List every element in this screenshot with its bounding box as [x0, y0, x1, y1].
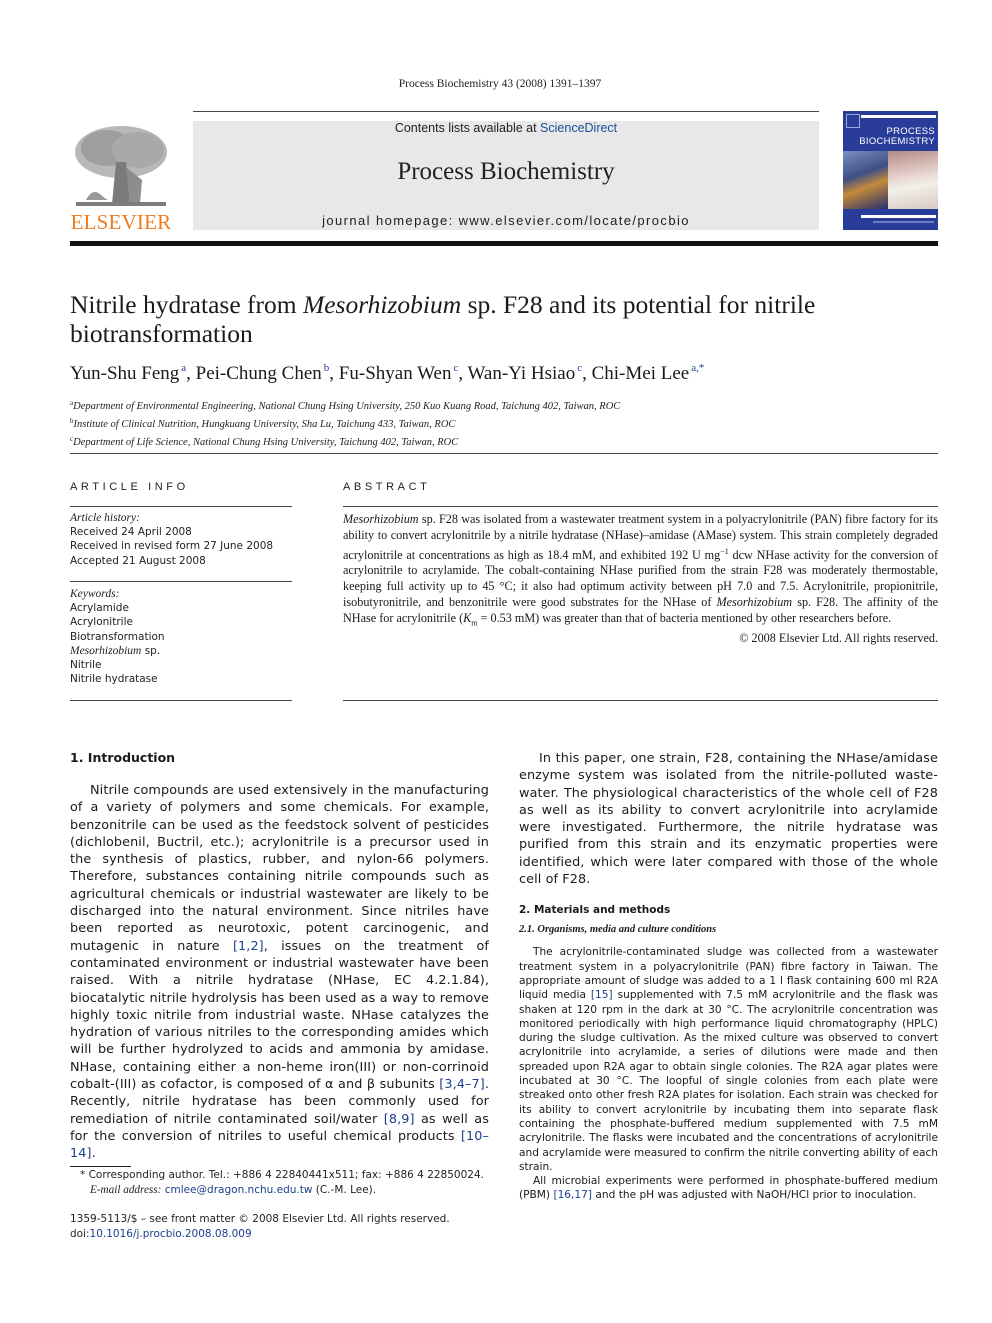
keyword: Acrylamide [70, 602, 129, 615]
journal-cover-image: PROCESS BIOCHEMISTRY [843, 111, 938, 230]
cover-title-line2: BIOCHEMISTRY [859, 136, 935, 147]
email-link[interactable]: cmlee@dragon.nchu.edu.tw [165, 1184, 313, 1196]
citation-link[interactable]: [8,9] [384, 1112, 415, 1127]
doi-link[interactable]: 10.1016/j.procbio.2008.08.009 [90, 1228, 252, 1240]
elsevier-wordmark: ELSEVIER [70, 210, 172, 234]
affiliation: bInstitute of Clinical Nutrition, Hungku… [70, 417, 456, 431]
citation-link[interactable]: [3,4–7] [439, 1077, 485, 1092]
keyword: Nitrile [70, 659, 102, 672]
sciencedirect-link[interactable]: ScienceDirect [540, 121, 617, 135]
abstract-text: Mesorhizobium sp. F28 was isolated from … [343, 512, 939, 646]
author[interactable]: Fu-Shyan Wen c [339, 362, 459, 384]
keywords: Keywords: Acrylamide Acrylonitrile Biotr… [70, 587, 292, 686]
subsection-heading: 2.1. Organisms, media and culture condit… [519, 924, 717, 936]
footnote-rule [70, 1166, 131, 1167]
elsevier-tree-icon [72, 122, 170, 210]
article-info-heading: ARTICLE INFO [70, 481, 189, 493]
author[interactable]: Pei-Chung Chen b [196, 362, 330, 384]
history-item: Received in revised form 27 June 2008 [70, 540, 274, 553]
history-label: Article history: [70, 512, 140, 524]
abstract-heading: ABSTRACT [343, 481, 431, 493]
keyword: Acrylonitrile [70, 616, 133, 629]
journal-homepage-link[interactable]: journal homepage: www.elsevier.com/locat… [193, 213, 819, 228]
body-column-left: 1. Introduction Nitrile compounds are us… [70, 750, 489, 1163]
cover-footer-line [873, 221, 934, 223]
affiliation: cDepartment of Life Science, National Ch… [70, 435, 459, 449]
article-history: Article history: Received 24 April 2008 … [70, 511, 292, 568]
article-info-rule [70, 506, 292, 507]
affiliations: aDepartment of Environmental Engineering… [70, 396, 930, 451]
contents-line: Contents lists available at ScienceDirec… [193, 121, 819, 135]
cover-stripe [861, 115, 936, 118]
author[interactable]: Wan-Yi Hsiao c [468, 362, 583, 384]
title-text-1: Nitrile hydratase from [70, 290, 303, 319]
keyword: Biotransformation [70, 630, 165, 643]
citation-link[interactable]: [1,2] [233, 939, 264, 954]
author[interactable]: Chi-Mei Lee a,* [592, 362, 705, 384]
title-genus: Mesorhizobium [302, 290, 462, 319]
corresponding-author-footnote: * Corresponding author. Tel.: +886 4 228… [80, 1169, 484, 1196]
journal-title: Process Biochemistry [397, 158, 615, 185]
cover-stripe-bottom [861, 215, 936, 218]
header-rule [193, 111, 819, 112]
paragraph: All microbial experiments were performed… [519, 1175, 938, 1202]
section-heading: 1. Introduction [70, 750, 176, 765]
abstract-copyright: © 2008 Elsevier Ltd. All rights reserved… [739, 631, 938, 646]
section-heading: 2. Materials and methods [519, 904, 671, 917]
cover-photo-left [843, 151, 888, 209]
front-matter: 1359-5113/$ – see front matter © 2008 El… [70, 1212, 510, 1242]
citation-link[interactable]: [16,17] [553, 1189, 592, 1201]
article-info-rule [70, 581, 292, 582]
running-head: Process Biochemistry 43 (2008) 1391–1397 [398, 78, 602, 90]
section-rule [70, 453, 938, 454]
paragraph: Nitrile compounds are used extensively i… [70, 783, 489, 1162]
article-info-rule [70, 700, 292, 701]
cover-photo-right [888, 151, 938, 209]
paragraph: In this paper, one strain, F28, containi… [519, 751, 938, 888]
masthead-thick-rule [70, 241, 938, 246]
keyword: Mesorhizobium sp. [70, 644, 161, 657]
affiliation: aDepartment of Environmental Engineering… [70, 399, 621, 412]
history-item: Received 24 April 2008 [70, 526, 192, 539]
contents-prefix: Contents lists available at [394, 121, 541, 135]
history-item: Accepted 21 August 2008 [70, 554, 206, 567]
article-title: Nitrile hydratase from Mesorhizobium sp.… [70, 290, 930, 348]
citation-link[interactable]: [15] [591, 989, 613, 1001]
abstract-rule [343, 506, 938, 507]
keyword: Nitrile hydratase [70, 673, 158, 686]
keywords-label: Keywords: [70, 588, 120, 600]
body-column-right: In this paper, one strain, F28, containi… [519, 750, 938, 1203]
abstract-rule [343, 700, 938, 701]
author-list: Yun-Shu Feng a, Pei-Chung Chen b, Fu-Shyan… [70, 362, 705, 384]
author[interactable]: Yun-Shu Feng a [70, 362, 186, 384]
paragraph: The acrylonitrile-contaminated sludge wa… [519, 946, 938, 1173]
cover-publisher-mark-icon [846, 114, 860, 128]
issn-line: 1359-5113/$ – see front matter © 2008 El… [70, 1213, 450, 1225]
